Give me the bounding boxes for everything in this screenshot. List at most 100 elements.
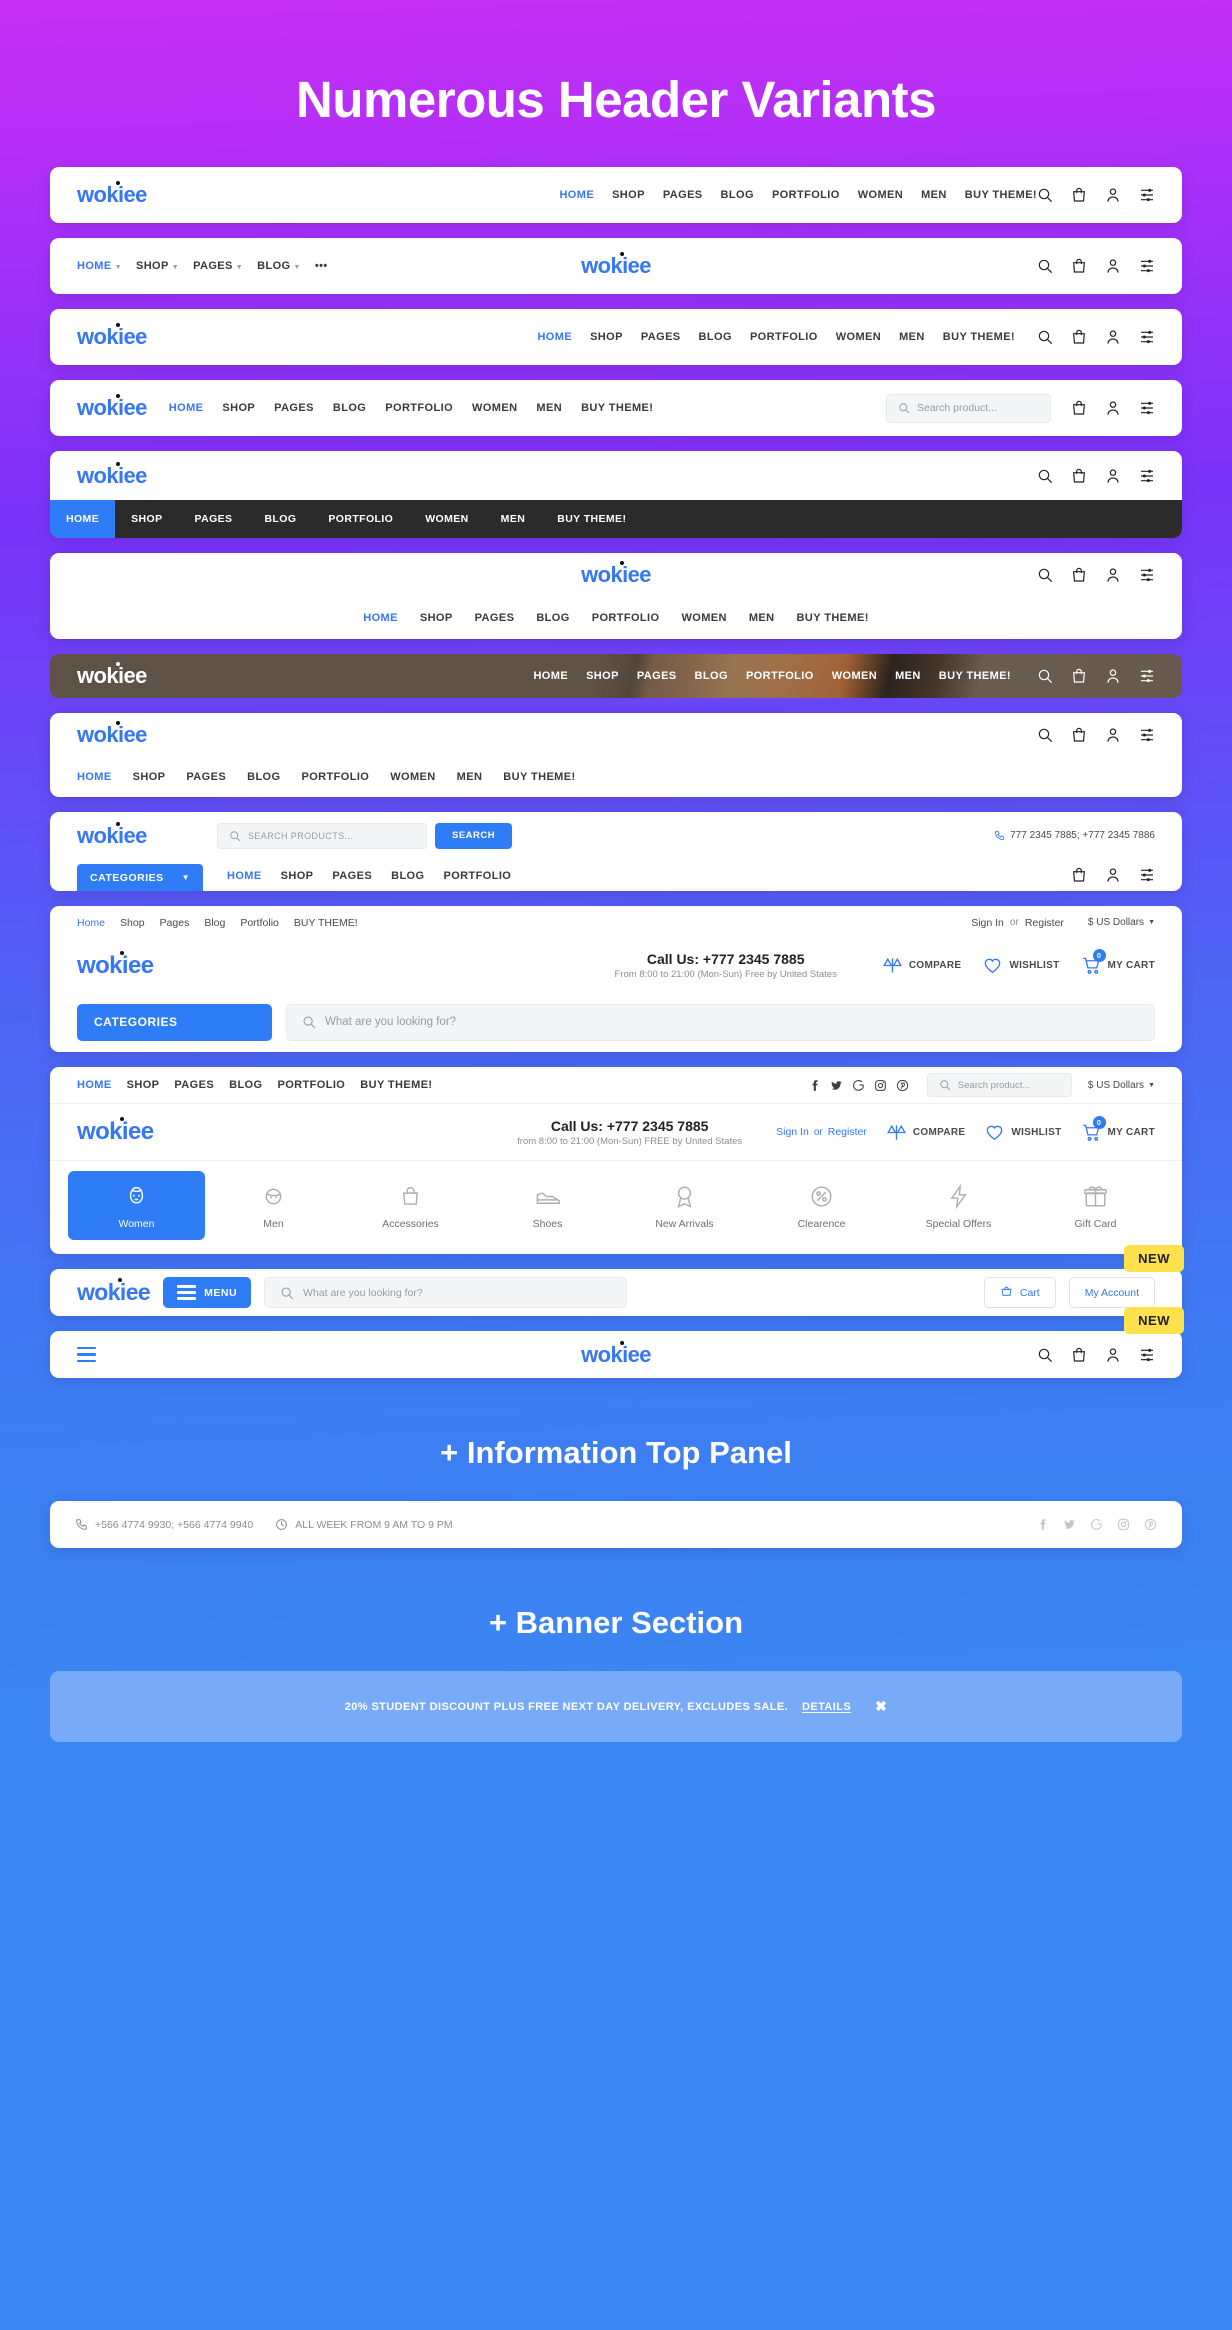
nav-item-buy-theme[interactable]: BUY THEME! <box>503 771 575 783</box>
nav-item-blog[interactable]: BLOG <box>721 189 754 201</box>
search-input[interactable]: What are you looking for? <box>264 1277 627 1308</box>
settings-sliders-icon[interactable] <box>1139 258 1155 274</box>
nav-item-home[interactable]: HOME <box>227 870 262 882</box>
settings-sliders-icon[interactable] <box>1139 668 1155 684</box>
nav-item-blog[interactable]: BLOG <box>333 402 366 414</box>
logo[interactable]: wokiee <box>77 394 147 419</box>
nav-item-blog[interactable]: BLOG ▼ <box>257 260 301 272</box>
nav-item-shop[interactable]: SHOP <box>127 1079 160 1091</box>
shopping-bag-icon[interactable] <box>1071 867 1087 883</box>
menu-button[interactable]: MENU <box>163 1277 252 1308</box>
signin-link[interactable]: Sign In <box>776 1126 809 1138</box>
nav-item-portfolio[interactable]: PORTFOLIO <box>746 670 814 682</box>
shopping-bag-icon[interactable] <box>1071 668 1087 684</box>
nav-item-men[interactable]: MEN <box>895 670 921 682</box>
nav-item-buy-theme[interactable]: BUY THEME! <box>939 670 1011 682</box>
compare-button[interactable]: COMPARE <box>883 956 961 975</box>
nav-item-blog[interactable]: BLOG <box>247 771 280 783</box>
nav-item-home[interactable]: HOME <box>533 670 568 682</box>
top-link-shop[interactable]: Shop <box>120 917 145 929</box>
nav-item-shop[interactable]: SHOP ▼ <box>136 260 179 272</box>
nav-item-blog[interactable]: BLOG <box>695 670 728 682</box>
nav-item-portfolio[interactable]: PORTFOLIO <box>301 771 369 783</box>
category-men[interactable]: Men <box>205 1171 342 1240</box>
nav-item-portfolio[interactable]: PORTFOLIO <box>592 612 660 624</box>
google-icon[interactable] <box>1090 1518 1103 1531</box>
nav-item-buy-theme[interactable]: BUY THEME! <box>965 189 1037 201</box>
search-icon[interactable] <box>1037 727 1053 743</box>
shopping-bag-icon[interactable] <box>1071 727 1087 743</box>
facebook-icon[interactable] <box>1036 1518 1049 1531</box>
nav-item-shop[interactable]: SHOP <box>612 189 645 201</box>
pinterest-icon[interactable] <box>896 1079 909 1092</box>
top-link-home[interactable]: Home <box>77 917 105 929</box>
nav-item-portfolio[interactable]: PORTFOLIO <box>312 500 409 538</box>
user-icon[interactable] <box>1105 400 1121 416</box>
user-icon[interactable] <box>1105 329 1121 345</box>
nav-item-buy-theme[interactable]: BUY THEME! <box>943 331 1015 343</box>
search-input[interactable]: SEARCH PRODUCTS... <box>217 822 427 849</box>
nav-item-blog[interactable]: BLOG <box>536 612 569 624</box>
logo[interactable]: wokiee <box>77 950 154 978</box>
search-icon[interactable] <box>1037 187 1053 203</box>
categories-dropdown[interactable]: CATEGORIES ▼ <box>77 864 203 891</box>
category-special-offers[interactable]: Special Offers <box>890 1171 1027 1240</box>
nav-item-home[interactable]: HOME <box>169 402 204 414</box>
nav-item-men[interactable]: MEN <box>749 612 775 624</box>
search-input[interactable]: Search product... <box>886 393 1051 423</box>
top-link-pages[interactable]: Pages <box>160 917 190 929</box>
nav-item-shop[interactable]: SHOP <box>115 500 178 538</box>
category-gift-card[interactable]: Gift Card <box>1027 1171 1164 1240</box>
nav-item-women[interactable]: WOMEN <box>390 771 435 783</box>
user-icon[interactable] <box>1105 727 1121 743</box>
logo[interactable]: wokiee <box>77 461 147 487</box>
top-link-buy-theme[interactable]: BUY THEME! <box>294 917 358 929</box>
nav-item-shop[interactable]: SHOP <box>586 670 619 682</box>
search-icon[interactable] <box>1037 468 1053 484</box>
user-icon[interactable] <box>1105 567 1121 583</box>
nav-item-portfolio[interactable]: PORTFOLIO <box>750 331 818 343</box>
nav-item-women[interactable]: WOMEN <box>409 500 484 538</box>
category-women[interactable]: Women <box>68 1171 205 1240</box>
nav-item-men[interactable]: MEN <box>457 771 483 783</box>
shopping-bag-icon[interactable] <box>1071 329 1087 345</box>
nav-item-pages[interactable]: PAGES <box>641 331 681 343</box>
twitter-icon[interactable] <box>830 1079 843 1092</box>
nav-item-home[interactable]: HOME <box>559 189 594 201</box>
cart-button[interactable]: 0 MY CART <box>1082 1115 1155 1142</box>
instagram-icon[interactable] <box>1117 1518 1130 1531</box>
nav-item-buy-theme[interactable]: BUY THEME! <box>360 1079 432 1091</box>
search-input[interactable]: Search product... <box>926 1073 1072 1097</box>
nav-item-home[interactable]: HOME <box>363 612 398 624</box>
logo[interactable]: wokiee <box>77 1278 151 1304</box>
nav-item-pages[interactable]: PAGES <box>274 402 314 414</box>
user-icon[interactable] <box>1105 668 1121 684</box>
nav-item-pages[interactable]: PAGES <box>475 612 515 624</box>
settings-sliders-icon[interactable] <box>1139 329 1155 345</box>
nav-item-home[interactable]: HOME <box>77 771 112 783</box>
nav-item-portfolio[interactable]: PORTFOLIO <box>385 402 453 414</box>
search-icon[interactable] <box>1037 1347 1053 1363</box>
my-account-button[interactable]: My Account <box>1068 1277 1155 1308</box>
nav-item-shop[interactable]: SHOP <box>222 402 255 414</box>
instagram-icon[interactable] <box>874 1079 887 1092</box>
top-link-portfolio[interactable]: Portfolio <box>240 917 279 929</box>
register-link[interactable]: Register <box>1025 917 1064 929</box>
logo[interactable]: wokiee <box>77 1117 154 1144</box>
nav-item-men[interactable]: MEN <box>485 500 542 538</box>
nav-item-blog[interactable]: BLOG <box>391 870 424 882</box>
shopping-bag-icon[interactable] <box>1071 1347 1087 1363</box>
categories-button[interactable]: CATEGORIES <box>77 1003 272 1041</box>
nav-item-women[interactable]: WOMEN <box>836 331 881 343</box>
logo[interactable]: wokiee <box>77 323 147 348</box>
nav-item-portfolio[interactable]: PORTFOLIO <box>443 870 511 882</box>
search-icon[interactable] <box>1037 258 1053 274</box>
nav-item-blog[interactable]: BLOG <box>248 500 312 538</box>
logo[interactable]: wokiee <box>77 821 217 847</box>
nav-item-pages[interactable]: PAGES ▼ <box>193 260 243 272</box>
wishlist-button[interactable]: WISHLIST <box>985 1123 1061 1142</box>
nav-item-women[interactable]: WOMEN <box>858 189 903 201</box>
shopping-bag-icon[interactable] <box>1071 468 1087 484</box>
shopping-bag-icon[interactable] <box>1071 258 1087 274</box>
category-new-arrivals[interactable]: New Arrivals <box>616 1171 753 1240</box>
